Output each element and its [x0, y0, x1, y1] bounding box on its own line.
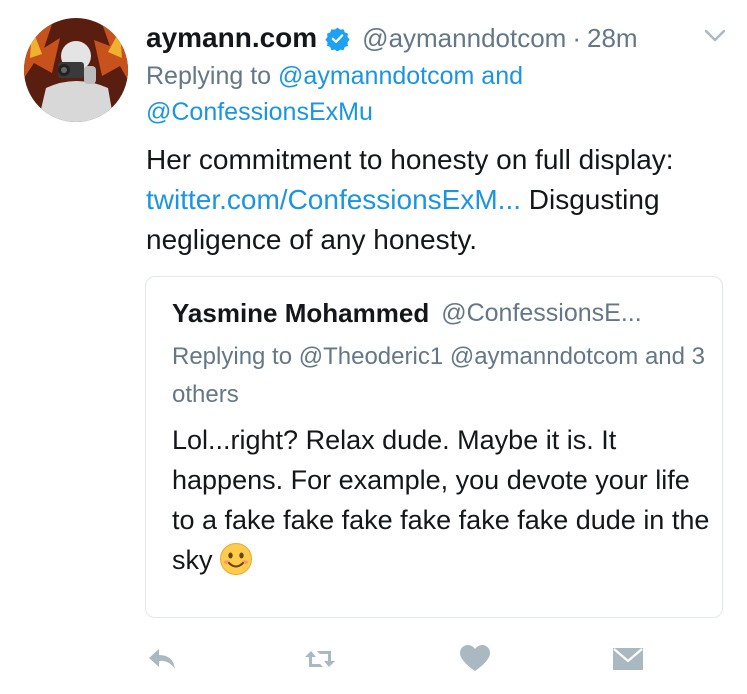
quoted-tweet-text: Lol...right? Relax dude. Maybe it is. It… — [172, 420, 712, 580]
quoted-tweet-header: Yasmine Mohammed @ConfessionsE... — [172, 293, 642, 333]
replying-to: Replying to @aymanndotcom and @Confessio… — [146, 58, 706, 130]
replying-user-link[interactable]: @aymanndotcom — [278, 62, 474, 90]
retweet-icon[interactable] — [303, 644, 337, 674]
tweet-text: Her commitment to honesty on full displa… — [146, 140, 736, 260]
separator: · — [572, 22, 581, 53]
replying-and[interactable]: and — [481, 62, 523, 90]
timestamp[interactable]: 28m — [587, 23, 638, 54]
verified-badge-icon — [325, 26, 350, 52]
quoted-handle: @ConfessionsE... — [441, 298, 642, 327]
tweet-link[interactable]: twitter.com/ConfessionsExM... — [146, 184, 521, 215]
quoted-replying-to: Replying to @Theoderic1 @aymanndotcom an… — [172, 343, 706, 408]
tweet-text-part: Her commitment to honesty on full displa… — [146, 144, 674, 175]
chevron-down-icon[interactable] — [703, 28, 727, 44]
heart-icon[interactable] — [458, 644, 492, 674]
quoted-display-name: Yasmine Mohammed — [172, 297, 430, 328]
smiling-face-emoji — [219, 542, 253, 576]
handle[interactable]: @aymanndotcom — [362, 23, 566, 54]
quoted-text-body: Lol...right? Relax dude. Maybe it is. It… — [172, 425, 710, 575]
display-name[interactable]: aymann.com — [146, 22, 317, 54]
tweet-header: aymann.com @aymanndotcom · 28m — [146, 18, 638, 58]
quoted-tweet[interactable]: Yasmine Mohammed @ConfessionsE... Replyi… — [145, 276, 723, 618]
reply-icon[interactable] — [145, 644, 179, 674]
avatar[interactable] — [24, 18, 128, 122]
replying-to-label: Replying to — [146, 62, 272, 90]
tweet: aymann.com @aymanndotcom · 28m Replying … — [0, 0, 747, 694]
replying-user-link[interactable]: @ConfessionsExMu — [146, 98, 373, 126]
tweet-actions — [0, 640, 747, 680]
envelope-icon[interactable] — [611, 644, 645, 674]
